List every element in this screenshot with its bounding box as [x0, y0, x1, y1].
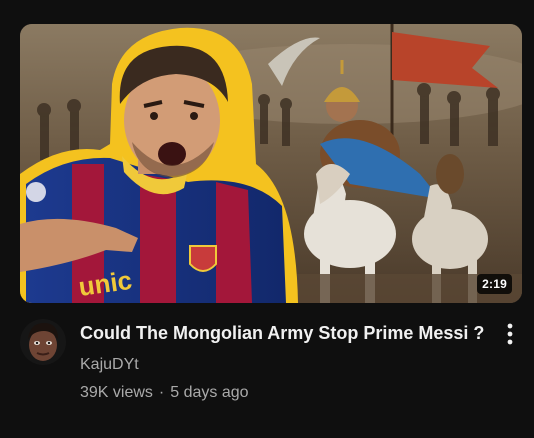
channel-avatar[interactable] — [20, 319, 66, 365]
video-thumbnail[interactable]: unic 2:19 — [20, 24, 522, 303]
video-card: unic 2:19 Could The Mongolian Army Stop … — [0, 0, 534, 438]
thumbnail-artwork: unic — [20, 24, 522, 303]
video-stats: 39K views · 5 days ago — [80, 382, 490, 404]
video-meta: Could The Mongolian Army Stop Prime Mess… — [80, 320, 490, 404]
avatar-image — [20, 319, 66, 365]
video-title[interactable]: Could The Mongolian Army Stop Prime Mess… — [80, 320, 490, 346]
view-count: 39K views — [80, 384, 153, 401]
duration-badge: 2:19 — [477, 274, 512, 294]
more-options-button[interactable] — [498, 320, 522, 348]
channel-name[interactable]: KajuDYt — [80, 354, 490, 376]
upload-age: 5 days ago — [170, 384, 249, 401]
meta-separator: · — [158, 384, 165, 401]
more-vert-icon — [507, 323, 513, 345]
